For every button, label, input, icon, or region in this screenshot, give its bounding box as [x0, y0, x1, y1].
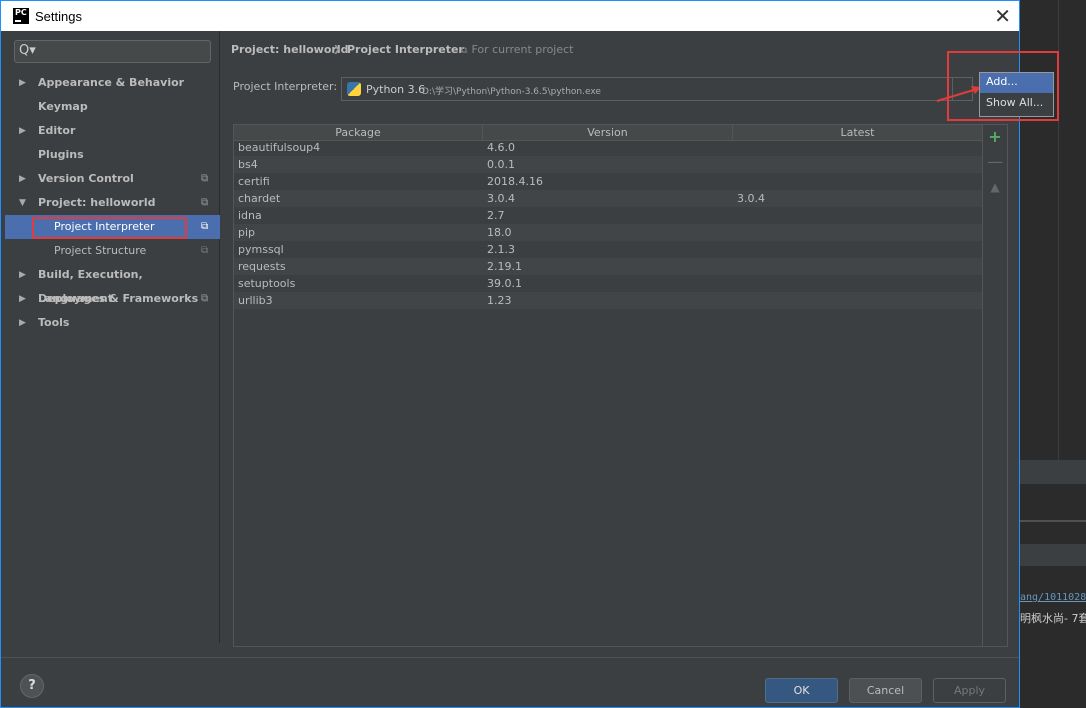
- expand-arrow-icon[interactable]: ▶: [19, 311, 26, 335]
- sidebar-item-label: Languages & Frameworks: [38, 292, 199, 305]
- sidebar-item-label: Tools: [38, 316, 70, 329]
- table-row[interactable]: certifi 2018.4.16: [234, 173, 982, 190]
- package-version: 2.19.1: [487, 260, 522, 273]
- package-latest: 3.0.4: [737, 192, 765, 205]
- highlight-box: [32, 217, 187, 239]
- project-scope-icon: ⧉: [201, 293, 209, 304]
- close-icon[interactable]: ✕: [994, 4, 1011, 28]
- table-row[interactable]: chardet 3.0.4 3.0.4: [234, 190, 982, 207]
- title-bar: PC Settings ✕: [1, 1, 1019, 31]
- table-row[interactable]: urllib3 1.23: [234, 292, 982, 309]
- table-row[interactable]: setuptools 39.0.1: [234, 275, 982, 292]
- expand-arrow-icon[interactable]: ▶: [19, 71, 26, 95]
- sidebar-item-label: Version Control: [38, 172, 134, 185]
- sidebar-item-label: Appearance & Behavior: [38, 76, 185, 89]
- project-scope-icon: ⧉: [201, 173, 209, 184]
- settings-dialog: PC Settings ✕ Q▾ ▶ Appearance & Behavior…: [0, 0, 1059, 708]
- sidebar-item-keymap[interactable]: Keymap: [5, 95, 220, 119]
- apply-button[interactable]: Apply: [933, 678, 1006, 703]
- project-scope-icon: ⧉: [461, 46, 468, 56]
- upgrade-package-icon[interactable]: ▲: [987, 179, 1003, 195]
- sidebar-item-build[interactable]: ▶ Build, Execution, Deployment: [5, 263, 220, 305]
- sidebar-item-version-control[interactable]: ▶ Version Control ⧉: [5, 167, 220, 191]
- settings-sidebar: Q▾ ▶ Appearance & Behavior Keymap ▶ Edit…: [5, 31, 220, 643]
- interpreter-path: D:\学习\Python\Python-3.6.5\python.exe: [422, 87, 601, 97]
- package-name: urllib3: [238, 294, 273, 307]
- expand-arrow-icon[interactable]: ▶: [19, 167, 26, 191]
- sidebar-item-project-structure[interactable]: Project Structure ⧉: [5, 239, 220, 263]
- help-icon[interactable]: ?: [20, 674, 44, 698]
- background-panel-strip: [1020, 544, 1086, 566]
- search-icon: Q▾: [19, 43, 36, 58]
- package-version: 1.23: [487, 294, 512, 307]
- pycharm-logo-icon: PC: [13, 8, 29, 24]
- package-name: pymssql: [238, 243, 284, 256]
- sidebar-item-label: Editor: [38, 124, 76, 137]
- expand-arrow-icon[interactable]: ▶: [19, 119, 26, 143]
- package-name: pip: [238, 226, 256, 239]
- table-row[interactable]: pymssql 2.1.3: [234, 241, 982, 258]
- table-row[interactable]: idna 2.7: [234, 207, 982, 224]
- table-row[interactable]: bs4 0.0.1: [234, 156, 982, 173]
- highlight-box: [947, 51, 1059, 121]
- package-name: setuptools: [238, 277, 296, 290]
- background-panel-divider: [1020, 520, 1086, 522]
- package-version: 3.0.4: [487, 192, 515, 205]
- project-scope-icon: ⧉: [201, 245, 209, 256]
- package-name: chardet: [238, 192, 281, 205]
- package-name: idna: [238, 209, 262, 222]
- sidebar-item-label: Keymap: [38, 100, 88, 113]
- packages-table: Package Version Latest beautifulsoup4 4.…: [233, 124, 1008, 647]
- python-icon: [347, 82, 361, 96]
- sidebar-item-project[interactable]: ▼ Project: helloworld ⧉: [5, 191, 220, 215]
- package-version: 18.0: [487, 226, 512, 239]
- dialog-footer: ? OK Cancel Apply: [1, 657, 1019, 708]
- add-package-icon[interactable]: +: [987, 129, 1003, 145]
- expand-arrow-icon[interactable]: ▶: [19, 263, 26, 287]
- sidebar-item-appearance[interactable]: ▶ Appearance & Behavior: [5, 71, 220, 95]
- scope-note: ⧉ For current project: [461, 43, 573, 56]
- interpreter-select[interactable]: Python 3.6 D:\学习\Python\Python-3.6.5\pyt…: [341, 77, 953, 101]
- package-version: 4.6.0: [487, 141, 515, 154]
- breadcrumb-project: Project: helloworld: [231, 43, 349, 56]
- cancel-button[interactable]: Cancel: [849, 678, 922, 703]
- expand-arrow-icon[interactable]: ▶: [19, 287, 26, 311]
- background-text: 明枫水尚- 7套: [1020, 612, 1086, 625]
- project-scope-icon: ⧉: [201, 221, 209, 232]
- background-panel-strip: [1020, 460, 1086, 484]
- package-name: certifi: [238, 175, 270, 188]
- scope-label: For current project: [471, 43, 574, 56]
- remove-package-icon[interactable]: —: [987, 154, 1003, 170]
- window-title: Settings: [35, 9, 82, 24]
- table-row[interactable]: pip 18.0: [234, 224, 982, 241]
- sidebar-item-plugins[interactable]: Plugins: [5, 143, 220, 167]
- package-name: beautifulsoup4: [238, 141, 321, 154]
- package-version: 0.0.1: [487, 158, 515, 171]
- collapse-arrow-icon[interactable]: ▼: [19, 191, 26, 215]
- sidebar-item-label: Project: helloworld: [38, 196, 156, 209]
- package-name: requests: [238, 260, 286, 273]
- ok-button[interactable]: OK: [765, 678, 838, 703]
- sidebar-item-label: Project Structure: [54, 244, 147, 257]
- interpreter-name: Python 3.6: [366, 83, 426, 96]
- package-name: bs4: [238, 158, 258, 171]
- table-row[interactable]: requests 2.19.1: [234, 258, 982, 275]
- package-version: 2.1.3: [487, 243, 515, 256]
- package-version: 39.0.1: [487, 277, 522, 290]
- interpreter-label: Project Interpreter:: [233, 80, 338, 93]
- sidebar-item-tools[interactable]: ▶ Tools: [5, 311, 220, 335]
- chevron-right-icon: ❯: [333, 45, 341, 55]
- breadcrumb-page: Project Interpreter: [347, 43, 464, 56]
- project-scope-icon: ⧉: [201, 197, 209, 208]
- table-toolbar: + — ▲: [982, 125, 1007, 646]
- table-row[interactable]: beautifulsoup4 4.6.0: [234, 139, 982, 156]
- sidebar-item-label: Plugins: [38, 148, 84, 161]
- settings-search-input[interactable]: Q▾: [14, 40, 211, 63]
- package-version: 2018.4.16: [487, 175, 543, 188]
- sidebar-item-languages[interactable]: ▶ Languages & Frameworks ⧉: [5, 287, 220, 311]
- package-version: 2.7: [487, 209, 505, 222]
- sidebar-item-editor[interactable]: ▶ Editor: [5, 119, 220, 143]
- background-link[interactable]: ang/1011028: [1020, 592, 1086, 603]
